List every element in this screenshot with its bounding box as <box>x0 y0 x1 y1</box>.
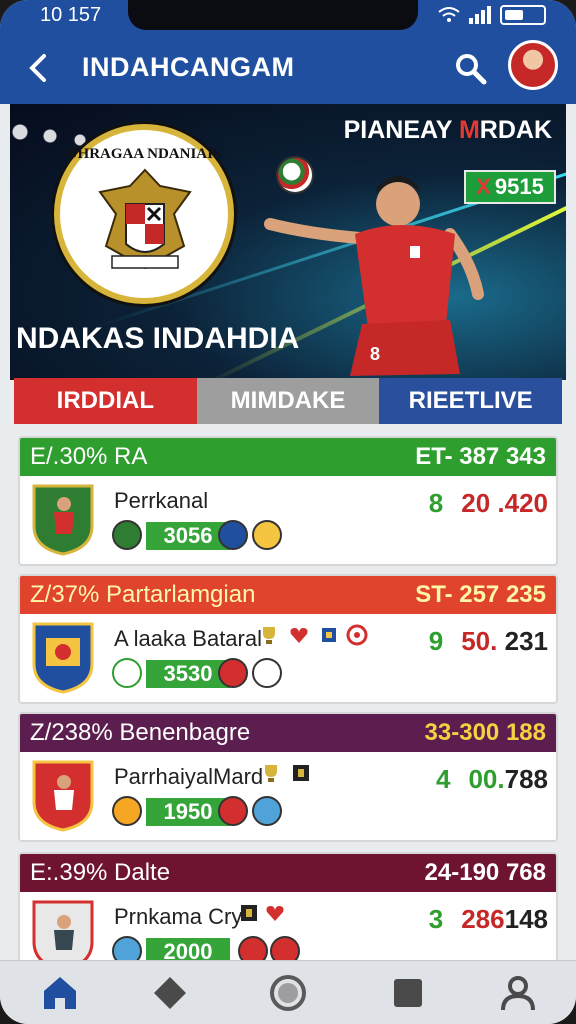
badge-icon <box>293 765 309 781</box>
club-badge-icon <box>252 796 282 826</box>
headline-main: PIANEAY <box>343 116 459 144</box>
profile-icon[interactable] <box>498 973 538 1013</box>
svg-text:8: 8 <box>370 344 380 364</box>
heart-icon <box>290 628 308 643</box>
score-green: 4 <box>435 764 451 794</box>
match-card-header-right: ET- 387 343 <box>415 443 546 470</box>
match-card-header-right: 33-300 188 <box>424 719 546 746</box>
star-badge-icon <box>346 624 368 646</box>
club-badge-icon <box>218 520 248 550</box>
tab-bar: IRDDIAL MIMDAKE RIEETLIVE <box>14 378 563 424</box>
match-card-body: A laaka Bataral 3530 9 50. 231 <box>20 614 556 702</box>
club-badge-icon <box>252 658 282 688</box>
user-avatar[interactable] <box>508 40 558 90</box>
match-card-header: E:.39% Dalte 24-190 768 <box>20 854 556 892</box>
match-card[interactable]: E/.30% RA ET- 387 343 Perrkanal 3056 8 20… <box>18 436 558 566</box>
score-red: 286 <box>461 904 505 934</box>
badge-icon <box>241 905 257 921</box>
page-title: INDAHCANGAM <box>82 52 295 82</box>
score-green: 9 <box>428 626 444 656</box>
club-badge-icon <box>112 796 142 826</box>
circle-icon[interactable] <box>268 973 308 1013</box>
score-dark: 788 <box>504 764 548 794</box>
match-card-header: E/.30% RA ET- 387 343 <box>20 438 556 476</box>
team-name: Prnkama Cry <box>114 904 243 929</box>
match-card-header-right: 24-190 768 <box>424 859 546 886</box>
team-logo <box>32 484 94 556</box>
hero-banner: UHRAGAA NDANIAIS PIANEAY MRDAK X 9515 8 … <box>10 104 566 380</box>
diamond-icon[interactable] <box>150 973 190 1013</box>
match-card-header-left: Z/238% Benenbagre <box>30 719 251 746</box>
score-badge-value: 9515 <box>494 174 544 199</box>
match-card-header-right: ST- 257 235 <box>415 581 546 608</box>
headline-tail: RDAK <box>479 116 552 144</box>
club-badge-icon <box>112 658 142 688</box>
score-red: 50. <box>461 626 498 656</box>
crest-text: UHRAGAA NDANIAIS <box>66 146 222 162</box>
heart-icon <box>266 906 284 921</box>
battery-icon <box>500 5 546 25</box>
back-arrow-icon[interactable] <box>22 48 58 88</box>
score-dark: 231 <box>504 626 548 656</box>
status-time: 10 157 <box>40 4 102 26</box>
score-green: 8 <box>428 488 444 518</box>
app-bar: INDAHCANGAM <box>0 34 576 104</box>
match-card-header: Z/238% Benenbagre 33-300 188 <box>20 714 556 752</box>
team-logo <box>32 622 94 694</box>
match-score: 3 286148 <box>429 904 548 935</box>
club-badge-icon <box>252 520 282 550</box>
hero-team-name: NDAKAS INDAHDIA <box>16 322 300 355</box>
match-score: 4 00.788 <box>436 764 548 795</box>
score-red: 20 <box>461 488 491 518</box>
tab-rieetlive[interactable]: RIEETLIVE <box>379 378 563 424</box>
search-icon[interactable] <box>452 50 488 86</box>
match-score: 8 20 .420 <box>429 488 548 519</box>
status-bar: 10 157 <box>0 0 576 34</box>
bottom-nav <box>0 960 576 1024</box>
score-dark: 148 <box>504 904 548 934</box>
score-red: 00. <box>468 764 505 794</box>
score-dark: .420 <box>497 488 548 518</box>
club-badge-icon <box>218 658 248 688</box>
square-icon[interactable] <box>388 973 428 1013</box>
match-card-header: Z/37% Partarlamgian ST- 257 235 <box>20 576 556 614</box>
team-name: Perrkanal <box>114 488 209 513</box>
status-icons <box>438 5 546 25</box>
match-card-header-left: E:.39% Dalte <box>30 859 171 886</box>
home-icon[interactable] <box>40 973 80 1013</box>
phone-screen: 10 157 INDAHCANGAM UHRAGAA NDANIAIS PIAN… <box>0 0 576 1024</box>
club-badge-icon <box>218 796 248 826</box>
tab-irddial[interactable]: IRDDIAL <box>14 378 197 424</box>
headline-accent: M <box>458 116 480 144</box>
team-logo <box>32 760 94 832</box>
match-card-body: Perrkanal 3056 8 20 .420 <box>20 476 556 564</box>
trophy-icon <box>263 627 275 644</box>
camera-notch <box>128 0 418 30</box>
match-card-header-left: E/.30% RA <box>30 443 148 470</box>
trophy-icon <box>265 765 277 782</box>
match-card-body: ParrhaiyalMard 1950 4 00.788 <box>20 752 556 840</box>
wifi-icon <box>438 7 460 22</box>
club-badge-icon <box>112 520 142 550</box>
team-name: A laaka Bataral <box>114 626 262 651</box>
tab-mimdake[interactable]: MIMDAKE <box>196 378 380 424</box>
match-card[interactable]: Z/37% Partarlamgian ST- 257 235 A laaka … <box>18 574 558 704</box>
score-green: 3 <box>428 904 444 934</box>
team-name: ParrhaiyalMard <box>114 764 264 789</box>
badge-icon <box>322 628 336 642</box>
eagle-emblem-icon <box>98 168 192 270</box>
team-crest-logo: UHRAGAA NDANIAIS <box>54 124 234 304</box>
hero-headline: PIANEAY MRDAK <box>344 116 552 145</box>
match-score: 9 50. 231 <box>429 626 548 657</box>
match-card[interactable]: Z/238% Benenbagre 33-300 188 ParrhaiyalM… <box>18 712 558 842</box>
match-card-header-left: Z/37% Partarlamgian <box>30 581 256 608</box>
signal-icon <box>469 6 491 24</box>
